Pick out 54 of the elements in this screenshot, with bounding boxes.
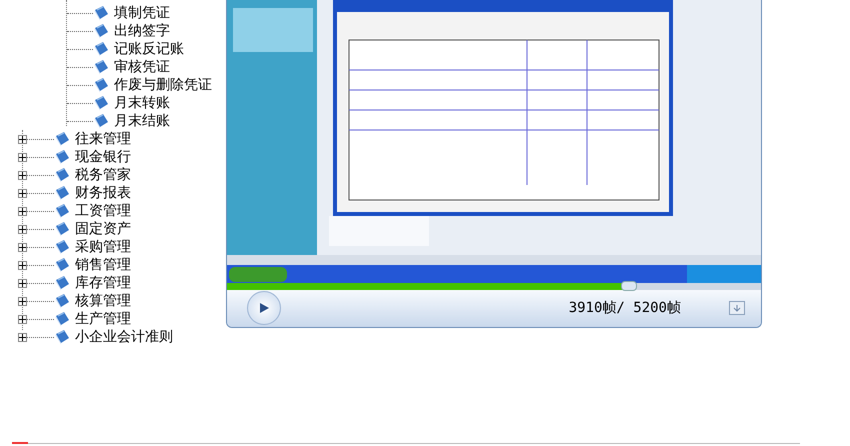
- expand-toggle[interactable]: [18, 242, 27, 252]
- expand-toggle[interactable]: [18, 278, 27, 288]
- book-icon: [54, 311, 71, 327]
- tree-item[interactable]: 生产管理: [75, 311, 131, 327]
- expand-toggle[interactable]: [18, 206, 27, 216]
- book-icon: [93, 95, 110, 111]
- book-icon: [54, 221, 71, 237]
- book-icon: [54, 275, 71, 291]
- book-icon: [54, 293, 71, 309]
- book-icon: [93, 77, 110, 93]
- frame-counter: 3910帧/ 5200帧: [568, 298, 681, 318]
- book-icon: [54, 149, 71, 165]
- play-button[interactable]: [247, 291, 281, 326]
- expand-toggle[interactable]: [18, 134, 27, 144]
- play-icon: [259, 303, 269, 314]
- expand-toggle[interactable]: [18, 224, 27, 234]
- tree-item[interactable]: 工资管理: [75, 203, 131, 219]
- book-icon: [93, 5, 110, 21]
- tree-item[interactable]: 月末转账: [114, 95, 170, 111]
- tree-item[interactable]: 销售管理: [75, 257, 131, 273]
- tree-item[interactable]: 库存管理: [75, 275, 131, 291]
- book-icon: [93, 59, 110, 75]
- book-icon: [54, 185, 71, 201]
- book-icon: [54, 239, 71, 255]
- tree-item[interactable]: 小企业会计准则: [75, 329, 173, 345]
- tree-item[interactable]: 月末结账: [114, 113, 170, 129]
- book-icon: [54, 329, 71, 345]
- tree-item[interactable]: 往来管理: [75, 131, 131, 147]
- book-icon: [93, 23, 110, 39]
- book-icon: [54, 131, 71, 147]
- book-icon: [54, 257, 71, 273]
- tree-item[interactable]: 财务报表: [75, 185, 131, 201]
- progress-handle[interactable]: [620, 281, 637, 291]
- expand-toggle[interactable]: [18, 314, 27, 324]
- tree-item[interactable]: 采购管理: [75, 239, 131, 255]
- tree-item[interactable]: 审核凭证: [114, 59, 170, 75]
- expand-toggle[interactable]: [18, 260, 27, 270]
- tree-item[interactable]: 作废与删除凭证: [114, 77, 212, 93]
- tree-item[interactable]: 填制凭证: [114, 5, 170, 21]
- expand-toggle[interactable]: [18, 332, 27, 342]
- expand-toggle[interactable]: [18, 152, 27, 162]
- expand-toggle[interactable]: [18, 170, 27, 180]
- book-icon: [54, 167, 71, 183]
- expand-toggle[interactable]: [18, 188, 27, 198]
- tree-item[interactable]: 税务管家: [75, 167, 131, 183]
- book-icon: [93, 113, 110, 129]
- tree-item[interactable]: 现金银行: [75, 149, 131, 165]
- expand-toggle[interactable]: [18, 296, 27, 306]
- tree-item[interactable]: 核算管理: [75, 293, 131, 309]
- book-icon: [93, 41, 110, 57]
- tree-item[interactable]: 记账反记账: [114, 41, 184, 57]
- tree-item[interactable]: 出纳签字: [114, 23, 170, 39]
- book-icon: [54, 203, 71, 219]
- tree-item[interactable]: 固定资产: [75, 221, 131, 237]
